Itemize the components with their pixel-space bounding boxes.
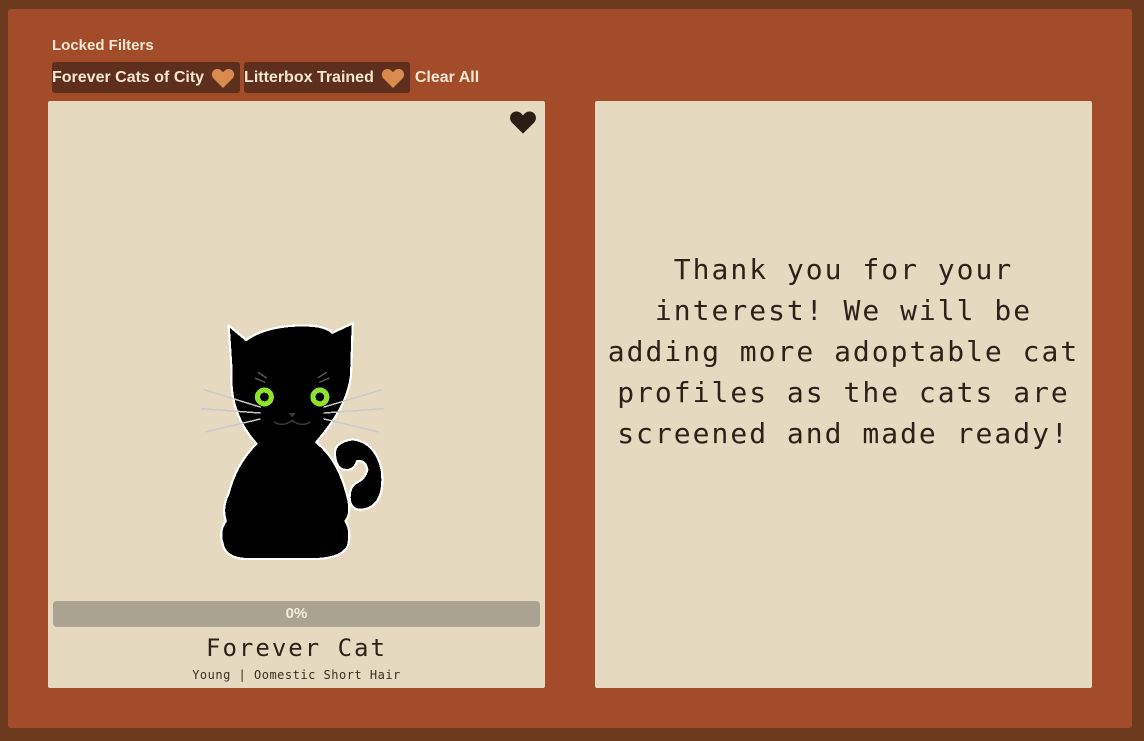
adoption-progress-bar: 0% <box>53 601 540 627</box>
info-panel: Thank you for your interest! We will be … <box>595 101 1092 688</box>
clear-all-button[interactable]: Clear All <box>415 69 479 87</box>
cat-details: Young | Oomestic Short Hair <box>192 668 401 682</box>
filter-chip-label: Forever Cats of City <box>52 68 205 86</box>
cat-name: Forever Cat <box>206 634 387 662</box>
favorite-heart-icon[interactable] <box>509 109 537 137</box>
black-cat-icon <box>198 271 398 635</box>
info-message: Thank you for your interest! We will be … <box>607 253 1080 450</box>
heart-icon[interactable] <box>380 65 406 91</box>
filters-title: Locked Filters <box>52 37 154 54</box>
filter-row: Forever Cats of City Litterbox Trained C… <box>52 62 479 93</box>
cat-profile-card[interactable]: 0% Forever Cat Young | Oomestic Short Ha… <box>48 101 545 688</box>
heart-icon[interactable] <box>210 65 236 91</box>
filter-chip-forever-cats[interactable]: Forever Cats of City <box>52 62 241 93</box>
filter-chip-label: Litterbox Trained <box>244 68 374 86</box>
progress-label: 0% <box>285 605 308 622</box>
filter-chip-litterbox-trained[interactable]: Litterbox Trained <box>244 62 410 93</box>
